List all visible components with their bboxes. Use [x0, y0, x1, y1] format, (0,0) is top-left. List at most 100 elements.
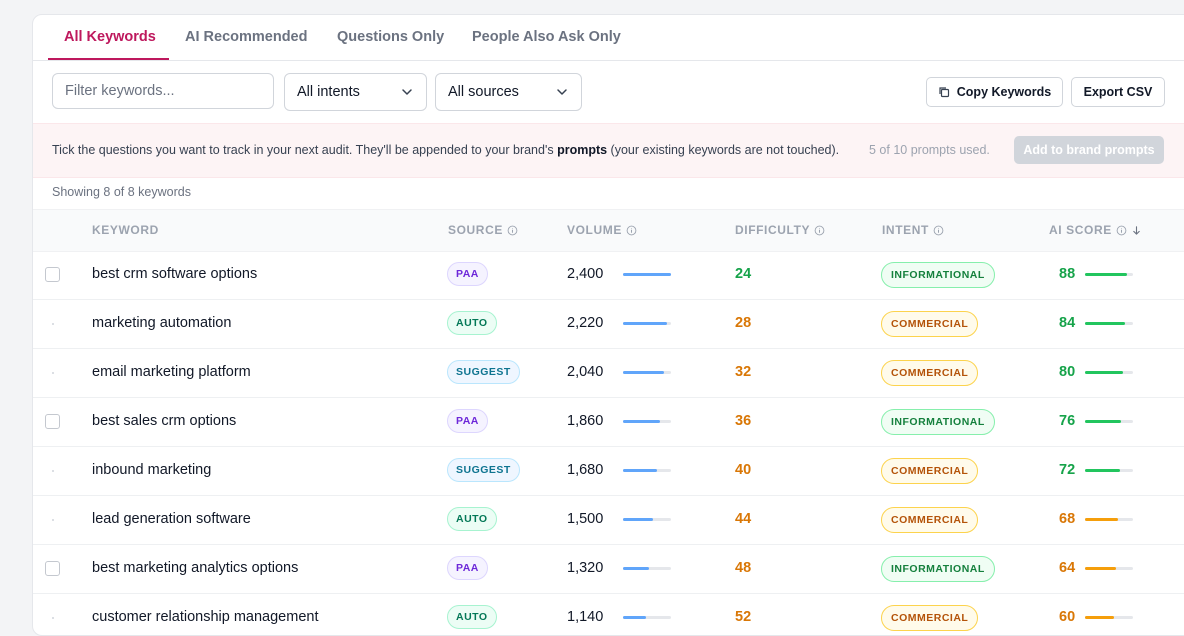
notice-text: Tick the questions you want to track in … — [52, 143, 839, 157]
column-ai-score-label: AI SCORE — [1049, 223, 1112, 237]
volume-bar-fill — [623, 469, 657, 472]
ai-score-value: 80 — [1059, 364, 1076, 380]
difficulty-value: 36 — [735, 413, 752, 429]
column-intent-label: INTENT — [882, 223, 929, 237]
results-count: Showing 8 of 8 keywords — [52, 185, 191, 199]
keyword-text: best marketing analytics options — [92, 560, 299, 576]
column-difficulty[interactable]: DIFFICULTY — [735, 223, 825, 237]
info-icon — [933, 225, 944, 235]
ai-score-bar-fill — [1085, 518, 1118, 521]
table-row: inbound marketing SUGGEST 1,680 40 COMMERCIA… — [33, 446, 1184, 496]
keyword-text: best sales crm options — [92, 413, 237, 429]
tab-ai-recommended[interactable]: AI Recommended — [185, 29, 307, 45]
keyword-text: customer relationship management — [92, 609, 319, 625]
column-ai-score[interactable]: AI SCORE — [1049, 223, 1142, 237]
keyword-text: inbound marketing — [92, 462, 212, 478]
volume-bar-fill — [623, 567, 650, 570]
volume-bar-fill — [623, 420, 661, 423]
notice-text-end: (your existing keywords are not touched)… — [607, 143, 840, 157]
volume-value: 1,320 — [567, 560, 604, 576]
ai-score-bar-fill — [1085, 420, 1122, 423]
volume-bar-fill — [623, 616, 646, 619]
copy-icon — [939, 87, 949, 98]
difficulty-value: 52 — [735, 609, 752, 625]
ai-score-bar-fill — [1085, 567, 1116, 570]
table-row: marketing automation AUTO 2,220 28 COMMERCIA… — [33, 299, 1184, 349]
column-volume[interactable]: VOLUME — [567, 223, 637, 237]
ai-score-bar-fill — [1085, 273, 1128, 276]
ai-score-value: 72 — [1059, 462, 1076, 478]
row-select-checkbox[interactable] — [45, 267, 60, 282]
volume-bar-fill — [623, 371, 664, 374]
column-source-label: SOURCE — [448, 223, 503, 237]
ai-score-bar — [1085, 469, 1133, 472]
volume-bar — [623, 518, 671, 521]
chevron-down-icon — [557, 89, 567, 95]
volume-value: 1,860 — [567, 413, 604, 429]
intent-select-value: All intents — [297, 84, 360, 100]
prompts-notice: Tick the questions you want to track in … — [33, 123, 1184, 178]
volume-bar-fill — [623, 322, 668, 325]
volume-value: 1,680 — [567, 462, 604, 478]
volume-bar-fill — [623, 518, 653, 521]
tab-all-keywords[interactable]: All Keywords — [64, 29, 156, 45]
intent-badge: COMMERCIAL — [881, 360, 979, 386]
tab-questions-only[interactable]: Questions Only — [337, 29, 444, 45]
column-keyword-label: KEYWORD — [92, 223, 159, 237]
volume-value: 2,220 — [567, 315, 604, 331]
ai-score-bar-fill — [1085, 616, 1114, 619]
volume-bar — [623, 567, 671, 570]
ai-score-bar-fill — [1085, 469, 1120, 472]
column-keyword[interactable]: KEYWORD — [92, 223, 159, 237]
difficulty-value: 28 — [735, 315, 752, 331]
keyword-text: lead generation software — [92, 511, 251, 527]
copy-keywords-button[interactable]: Copy Keywords — [926, 77, 1063, 107]
row-select-placeholder — [52, 470, 54, 472]
volume-value: 1,140 — [567, 609, 604, 625]
ai-score-value: 76 — [1059, 413, 1076, 429]
source-badge: AUTO — [447, 507, 497, 531]
column-difficulty-label: DIFFICULTY — [735, 223, 811, 237]
volume-bar — [623, 273, 671, 276]
column-intent[interactable]: INTENT — [882, 223, 944, 237]
info-icon — [507, 225, 518, 235]
source-badge: PAA — [447, 409, 488, 433]
ai-score-value: 84 — [1059, 315, 1076, 331]
active-tab-indicator — [48, 58, 169, 60]
export-csv-label: Export CSV — [1083, 85, 1153, 99]
keyword-filter-input[interactable] — [52, 73, 274, 109]
ai-score-bar — [1085, 273, 1133, 276]
intent-badge: COMMERCIAL — [881, 507, 979, 533]
notice-text-bold: prompts — [557, 143, 608, 157]
row-select-checkbox[interactable] — [45, 414, 60, 429]
table-row: best sales crm options PAA 1,860 36 INFORMAT… — [33, 397, 1184, 447]
row-select-placeholder — [52, 519, 54, 521]
info-icon — [814, 225, 825, 235]
table-row: customer relationship management AUTO 1,14… — [33, 593, 1184, 635]
intent-select[interactable]: All intents — [284, 73, 427, 111]
ai-score-bar-fill — [1085, 322, 1126, 325]
source-badge: SUGGEST — [447, 458, 520, 482]
source-badge: PAA — [447, 262, 488, 286]
ai-score-value: 88 — [1059, 266, 1076, 282]
ai-score-bar — [1085, 616, 1133, 619]
difficulty-value: 32 — [735, 364, 752, 380]
tab-people-also-ask-only[interactable]: People Also Ask Only — [472, 29, 621, 45]
difficulty-value: 48 — [735, 560, 752, 576]
ai-score-bar — [1085, 371, 1133, 374]
volume-bar — [623, 616, 671, 619]
keyword-text: email marketing platform — [92, 364, 251, 380]
difficulty-value: 44 — [735, 511, 752, 527]
intent-badge: INFORMATIONAL — [881, 409, 995, 435]
intent-badge: COMMERCIAL — [881, 311, 979, 337]
source-badge: AUTO — [447, 311, 497, 335]
add-to-brand-prompts-button[interactable]: Add to brand prompts — [1014, 136, 1164, 164]
source-select[interactable]: All sources — [435, 73, 582, 111]
ai-score-bar — [1085, 518, 1133, 521]
column-source[interactable]: SOURCE — [448, 223, 518, 237]
volume-bar — [623, 371, 671, 374]
difficulty-value: 40 — [735, 462, 752, 478]
export-csv-button[interactable]: Export CSV — [1071, 77, 1165, 107]
row-select-checkbox[interactable] — [45, 561, 60, 576]
intent-badge: INFORMATIONAL — [881, 556, 995, 582]
